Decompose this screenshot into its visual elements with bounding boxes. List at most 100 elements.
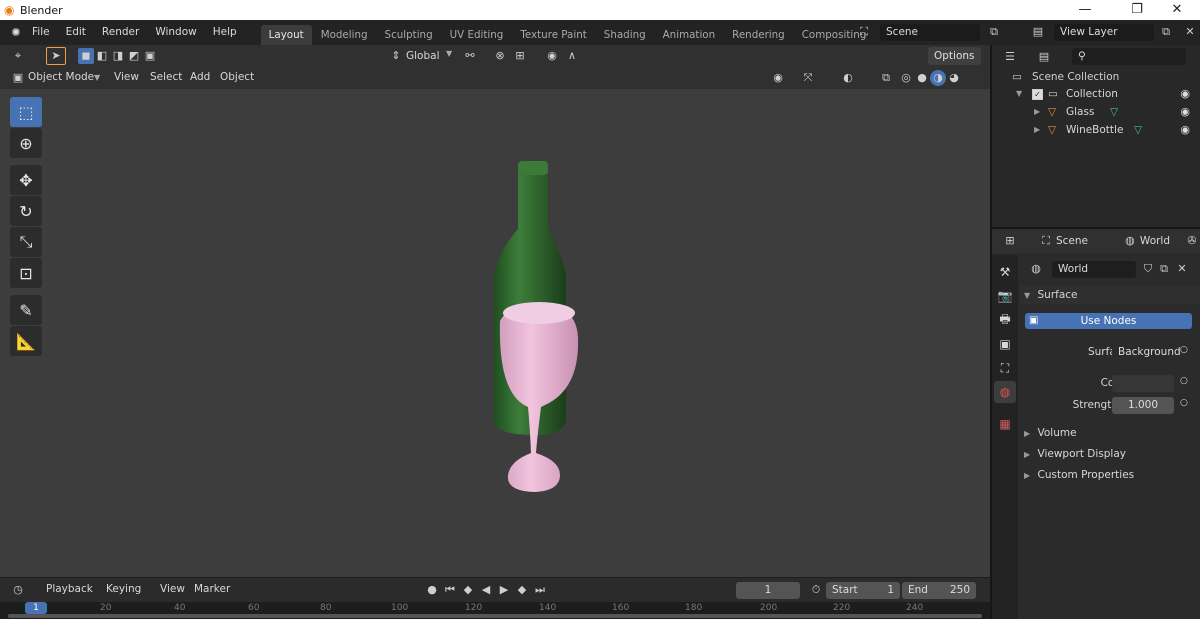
snap-icon[interactable]: ⊗ xyxy=(492,48,508,64)
pivot-point-icon[interactable]: ⚯ xyxy=(462,48,478,64)
display-mode-icon[interactable]: ▤ xyxy=(1036,49,1052,65)
minimize-button[interactable]: — xyxy=(1062,0,1108,20)
scene-icon[interactable]: ⛶ xyxy=(856,24,872,40)
view-layer-selector[interactable]: View Layer xyxy=(1054,24,1154,41)
new-scene-icon[interactable]: ⧉ xyxy=(986,24,1002,40)
expand-arrow-icon[interactable]: ▶ xyxy=(1034,103,1040,121)
timeline-scrollbar[interactable] xyxy=(8,614,982,618)
outliner-row-winebottle[interactable]: ▶ ▽ WineBottle ▽ ◉ xyxy=(992,121,1200,139)
rendered-shading-icon[interactable]: ◕ xyxy=(946,70,962,86)
tab-uv-editing[interactable]: UV Editing xyxy=(442,25,512,45)
surface-shader-field[interactable]: Background xyxy=(1112,344,1181,361)
annotate-tool-icon[interactable]: ✎ xyxy=(10,295,42,325)
menu-render[interactable]: Render xyxy=(94,20,147,45)
socket-icon[interactable]: ○ xyxy=(1180,345,1188,355)
scale-tool-icon[interactable]: ⤡ xyxy=(10,227,42,257)
menu-view[interactable]: View xyxy=(114,71,139,83)
jump-end-icon[interactable]: ⏭ xyxy=(532,582,548,598)
move-tool-icon[interactable]: ✥ xyxy=(10,165,42,195)
prev-keyframe-icon[interactable]: ◆ xyxy=(460,582,476,598)
outliner-row-glass[interactable]: ▶ ▽ Glass ▽ ◉ xyxy=(992,103,1200,121)
menu-playback[interactable]: Playback xyxy=(46,583,93,595)
select-box-tool-icon[interactable]: ⬚ xyxy=(10,97,42,127)
record-icon[interactable]: ● xyxy=(424,582,440,598)
output-tab-icon[interactable]: 🖶 xyxy=(994,309,1016,331)
panel-surface-header[interactable]: ▼ Surface xyxy=(1020,286,1200,304)
cursor-tool-icon[interactable]: ⊕ xyxy=(10,128,42,158)
subtract-selection-icon[interactable]: ◨ xyxy=(110,48,126,64)
tab-sculpting[interactable]: Sculpting xyxy=(377,25,441,45)
panel-custom-properties-header[interactable]: ▶ Custom Properties xyxy=(1020,466,1200,484)
duplicate-icon[interactable]: ⧉ xyxy=(1156,261,1172,277)
menu-marker[interactable]: Marker xyxy=(194,583,230,595)
scene-tab-icon[interactable]: ⛶ xyxy=(994,357,1016,379)
menu-object[interactable]: Object xyxy=(220,71,254,83)
remove-view-layer-icon[interactable]: ✕ xyxy=(1182,24,1198,40)
fake-user-icon[interactable]: ⛉ xyxy=(1140,261,1156,277)
xray-icon[interactable]: ⧉ xyxy=(878,70,894,86)
falloff-icon[interactable]: ∧ xyxy=(564,48,580,64)
tool-tab-icon[interactable]: ⚒ xyxy=(994,261,1016,283)
end-frame-field[interactable]: End 250 xyxy=(902,582,976,599)
world-name-field[interactable]: World xyxy=(1052,261,1136,278)
editor-type-icon[interactable]: ⌖ xyxy=(10,48,26,64)
eye-icon[interactable]: ◉ xyxy=(1180,85,1190,103)
measure-tool-icon[interactable]: 📐 xyxy=(10,326,42,356)
options-button[interactable]: Options xyxy=(928,47,981,65)
menu-select[interactable]: Select xyxy=(150,71,182,83)
scene-breadcrumb[interactable]: Scene xyxy=(1056,235,1088,247)
jump-start-icon[interactable]: ⏮ xyxy=(442,582,458,598)
view-layer-icon[interactable]: ▤ xyxy=(1030,24,1046,40)
tab-layout[interactable]: Layout xyxy=(260,25,312,45)
outliner-row-collection[interactable]: ▼ ✓ ▭ Collection ◉ xyxy=(992,85,1200,103)
gizmo-icon[interactable]: ⤧ xyxy=(800,70,816,86)
stopwatch-icon[interactable]: ⏱ xyxy=(808,582,824,598)
outliner-editor-icon[interactable]: ☰ xyxy=(1002,49,1018,65)
mode-dropdown[interactable]: Object Mode xyxy=(28,71,104,83)
view-layer-tab-icon[interactable]: ▣ xyxy=(994,333,1016,355)
start-frame-field[interactable]: Start 1 xyxy=(826,582,900,599)
menu-window[interactable]: Window xyxy=(147,20,204,45)
menu-help[interactable]: Help xyxy=(205,20,245,45)
extend-selection-icon[interactable]: ◧ xyxy=(94,48,110,64)
menu-keying[interactable]: Keying xyxy=(106,583,141,595)
snap-target-icon[interactable]: ⊞ xyxy=(512,48,528,64)
outliner-row-scene-collection[interactable]: ▭ Scene Collection xyxy=(992,68,1200,86)
solid-shading-icon[interactable]: ● xyxy=(914,70,930,86)
use-nodes-button[interactable]: ▣ Use Nodes xyxy=(1025,313,1192,329)
menu-add[interactable]: Add xyxy=(190,71,210,83)
socket-icon[interactable]: ○ xyxy=(1180,376,1188,386)
invert-selection-icon[interactable]: ◩ xyxy=(126,48,142,64)
play-icon[interactable]: ▶ xyxy=(496,582,512,598)
wireframe-shading-icon[interactable]: ◎ xyxy=(898,70,914,86)
unlink-icon[interactable]: ✕ xyxy=(1174,261,1190,277)
tab-rendering[interactable]: Rendering xyxy=(724,25,793,45)
tab-texture-paint[interactable]: Texture Paint xyxy=(512,25,594,45)
eye-icon[interactable]: ◉ xyxy=(1180,121,1190,139)
world-tab-icon[interactable]: ◍ xyxy=(994,381,1016,403)
render-tab-icon[interactable]: 📷 xyxy=(994,285,1016,307)
blender-menu-icon[interactable]: ✺ xyxy=(8,25,24,41)
scene-selector[interactable]: Scene xyxy=(880,24,980,41)
panel-volume-header[interactable]: ▶ Volume xyxy=(1020,424,1200,442)
playhead-frame[interactable]: 1 xyxy=(25,602,47,614)
outliner-search-input[interactable]: ⚲ xyxy=(1072,48,1186,65)
material-shading-icon[interactable]: ◑ xyxy=(930,70,946,86)
current-frame-field[interactable]: 1 xyxy=(736,582,800,599)
menu-edit[interactable]: Edit xyxy=(58,20,94,45)
socket-icon[interactable]: ○ xyxy=(1180,398,1188,408)
close-button[interactable]: ✕ xyxy=(1154,0,1200,20)
overlays-icon[interactable]: ◐ xyxy=(840,70,856,86)
tab-shading[interactable]: Shading xyxy=(596,25,654,45)
expand-arrow-icon[interactable]: ▶ xyxy=(1034,121,1040,139)
strength-field[interactable]: 1.000 xyxy=(1112,397,1174,414)
collection-checkbox[interactable]: ✓ xyxy=(1032,89,1043,100)
tab-modeling[interactable]: Modeling xyxy=(313,25,376,45)
new-view-layer-icon[interactable]: ⧉ xyxy=(1158,24,1174,40)
select-box-icon[interactable]: ➤ xyxy=(46,47,66,65)
next-keyframe-icon[interactable]: ◆ xyxy=(514,582,530,598)
expand-arrow-icon[interactable]: ▼ xyxy=(1016,85,1022,103)
properties-editor-icon[interactable]: ⊞ xyxy=(1002,233,1018,249)
3d-viewport[interactable] xyxy=(0,89,990,577)
menu-file[interactable]: File xyxy=(24,20,58,45)
